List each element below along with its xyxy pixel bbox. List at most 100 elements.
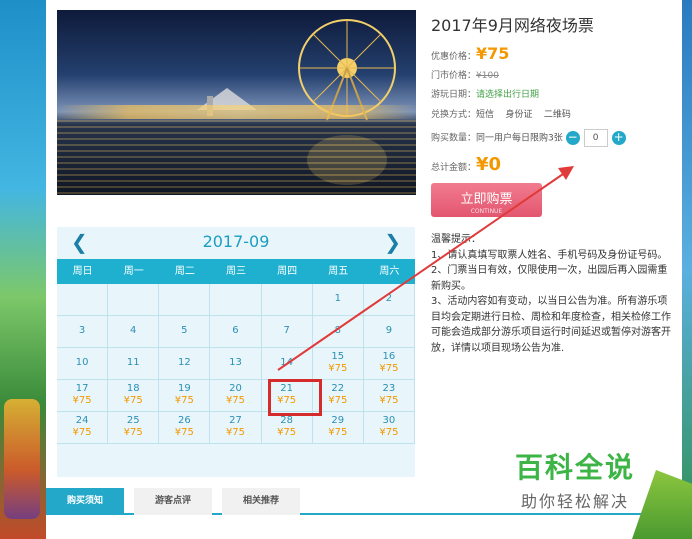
calendar-month: 2017-09 — [202, 232, 270, 251]
tips-line-2: 2、门票当日有效，仅限使用一次，出园后再入园需重新购买。 — [431, 265, 668, 292]
product-photo — [57, 10, 416, 195]
calendar-day[interactable]: 25 ¥75 — [108, 412, 160, 444]
right-decoration — [682, 0, 692, 539]
tab-visitor-reviews[interactable]: 游客点评 — [134, 488, 212, 515]
day-number: 22 — [331, 383, 345, 394]
market-price-label: 门市价格： — [431, 71, 477, 81]
day-number: 15 — [331, 351, 345, 362]
product-title: 2017年9月网络夜场票 — [431, 16, 594, 35]
calendar-day[interactable]: 16 ¥75 — [363, 348, 415, 380]
day-price: ¥75 — [174, 427, 194, 438]
watermark-title: 百科全说 — [515, 451, 636, 484]
calendar-grid: 1 2 3 4 5 6 7 8 9 10 11 12 13 14 15 ¥75 16 ¥75 17 ¥75 18 ¥75 1… — [57, 284, 415, 444]
calendar-day[interactable]: 23 ¥75 — [363, 380, 415, 412]
total-value: ¥0 — [476, 154, 502, 175]
tips-line-3: 3、活动内容如有变动，以当日公告为准。所有游乐项目均会定期进行日检、周检和年度检… — [431, 296, 671, 354]
day-number: 5 — [181, 325, 188, 336]
day-price: ¥75 — [72, 395, 92, 406]
chevron-right-icon[interactable]: ❯ — [384, 230, 401, 254]
day-number: 24 — [75, 415, 89, 426]
left-decoration — [0, 0, 46, 539]
day-number: 1 — [334, 293, 341, 304]
day-price: ¥75 — [225, 395, 246, 406]
quantity-row: 购买数量：同一用户每日限购3张 −0 + — [431, 129, 626, 147]
minus-icon[interactable]: − — [565, 131, 580, 145]
weekday-label: 周四 — [277, 266, 298, 277]
calendar-day[interactable]: 28 ¥75 — [261, 412, 313, 444]
day-number: 27 — [229, 415, 242, 426]
calendar-week: 12 — [57, 284, 415, 316]
total-row: 总计金额：¥0 — [431, 154, 501, 175]
market-price-row: 门市价格：¥100 — [431, 68, 499, 81]
tips-box: 温馨提示： 1、请认真填写取票人姓名、手机号码及身份证号码。 2、门票当日有效，… — [431, 232, 676, 356]
calendar-day: 13 — [210, 348, 262, 380]
calendar-day: 4 — [108, 316, 160, 348]
calendar-week: 17 ¥75 18 ¥75 19 ¥75 20 ¥75 21 ¥75 22 ¥75 23 ¥75 — [57, 380, 415, 412]
calendar-day[interactable]: 30 ¥75 — [363, 412, 415, 444]
calendar-day: 6 — [210, 316, 262, 348]
date-label: 游玩日期： — [431, 90, 477, 100]
weekday-label: 周日 — [72, 266, 93, 277]
weekday-label: 周一 — [123, 266, 144, 277]
calendar-header: ❮ 2017-09 ❯ — [57, 227, 415, 259]
calendar-day[interactable]: 17 ¥75 — [57, 380, 109, 412]
day-number: 17 — [75, 383, 89, 394]
calendar-day: 1 — [312, 284, 364, 316]
price-row: 优惠价格：¥75 — [431, 44, 509, 63]
day-number: 14 — [280, 357, 293, 368]
calendar-day[interactable]: 15 ¥75 — [312, 348, 364, 380]
buy-sublabel: CONTINUE — [470, 208, 503, 215]
day-number: 19 — [177, 383, 191, 394]
calendar-day[interactable]: 20 ¥75 — [210, 380, 262, 412]
calendar-day[interactable]: 26 ¥75 — [159, 412, 211, 444]
day-number: 25 — [126, 415, 140, 426]
day-number: 16 — [382, 351, 396, 362]
calendar-day[interactable]: 29 ¥75 — [312, 412, 364, 444]
calendar-empty-cell — [210, 284, 262, 316]
calendar-week: 24 ¥75 25 ¥75 26 ¥75 27 ¥75 28 ¥75 29 ¥75 30 ¥75 — [57, 412, 415, 444]
calendar-empty-cell — [261, 284, 313, 316]
day-price: ¥75 — [72, 427, 92, 438]
calendar-day[interactable]: 18 ¥75 — [108, 380, 160, 412]
day-number: 20 — [229, 383, 242, 394]
quantity-input[interactable]: 0 — [583, 129, 608, 147]
buy-button[interactable]: 立即购票 CONTINUE — [431, 183, 542, 217]
calendar-day[interactable]: 24 ¥75 — [57, 412, 109, 444]
day-number: 30 — [382, 415, 396, 426]
weekday-header: 周日 周一 周二 周三 周四 周五 周六 — [57, 259, 415, 284]
day-number: 28 — [280, 415, 293, 426]
exchange-methods: 短信 身份证 二维码 — [476, 110, 571, 120]
day-price: ¥75 — [277, 427, 297, 438]
buy-label: 立即购票 — [460, 192, 513, 207]
calendar-day: 12 — [159, 348, 211, 380]
day-price: ¥75 — [379, 363, 399, 374]
day-price: ¥75 — [328, 363, 348, 374]
weekday-label: 周三 — [225, 266, 246, 277]
qty-label: 购买数量： — [431, 133, 477, 144]
weekday-label: 周二 — [174, 266, 195, 277]
qty-rule: 同一用户每日限购3张 — [476, 133, 563, 144]
day-price: ¥75 — [328, 427, 348, 438]
calendar-day: 3 — [57, 316, 109, 348]
price-old: ¥100 — [476, 71, 499, 81]
watermark: 百科全说 助你轻松解决 — [515, 446, 635, 512]
tips-heading: 温馨提示： — [431, 234, 481, 245]
tab-related[interactable]: 相关推荐 — [222, 488, 300, 515]
day-price: ¥75 — [379, 395, 399, 406]
day-number: 9 — [385, 325, 393, 336]
exchange-row: 兑换方式：短信 身份证 二维码 — [431, 107, 571, 120]
calendar-day: 11 — [108, 348, 160, 380]
tab-purchase-notes[interactable]: 购买须知 — [46, 488, 124, 515]
day-number: 8 — [334, 325, 341, 336]
calendar-day[interactable]: 19 ¥75 — [159, 380, 211, 412]
calendar-day: 10 — [57, 348, 109, 380]
day-number: 11 — [126, 357, 140, 368]
date-hint: 请选择出行日期 — [476, 90, 540, 100]
calendar-day[interactable]: 27 ¥75 — [210, 412, 262, 444]
price-label: 优惠价格： — [431, 52, 477, 62]
plus-icon[interactable]: + — [611, 131, 626, 145]
weekday-label: 周六 — [379, 266, 400, 277]
tips-line-1: 1、请认真填写取票人姓名、手机号码及身份证号码。 — [431, 249, 668, 261]
date-row: 游玩日期：请选择出行日期 — [431, 87, 539, 100]
day-number: 23 — [382, 383, 396, 394]
